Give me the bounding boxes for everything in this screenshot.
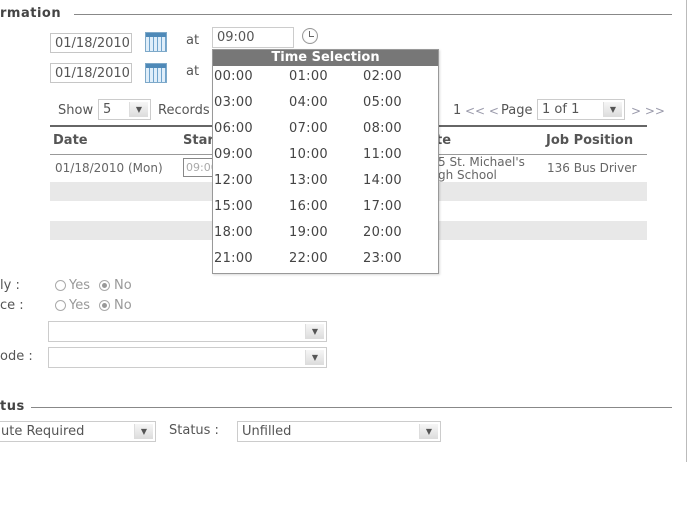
- time-option[interactable]: 19:00: [289, 225, 359, 240]
- code-label: ode :: [0, 349, 33, 364]
- option-2-no-label: No: [114, 298, 132, 313]
- clock-icon[interactable]: [302, 28, 318, 44]
- page-right-border: [686, 0, 687, 462]
- option-1-yes-radio[interactable]: [55, 280, 66, 291]
- status-select[interactable]: Unfilled ▼: [237, 421, 441, 442]
- time-option[interactable]: 10:00: [289, 147, 359, 162]
- time-option[interactable]: 15:00: [214, 199, 284, 214]
- row-location-line2: gh School: [438, 168, 497, 182]
- time-option[interactable]: 03:00: [214, 95, 284, 110]
- pager-next-links[interactable]: > >>: [631, 104, 665, 118]
- end-date-field[interactable]: 01/18/2010: [50, 63, 132, 83]
- time-option[interactable]: 06:00: [214, 121, 284, 136]
- time-option[interactable]: 01:00: [289, 69, 359, 84]
- time-option[interactable]: 00:00: [214, 69, 284, 84]
- header-job-position[interactable]: Job Position: [546, 133, 633, 148]
- end-date-calendar-icon[interactable]: [145, 63, 167, 83]
- chevron-down-icon: ▼: [305, 350, 324, 365]
- time-option[interactable]: 22:00: [289, 251, 359, 266]
- information-legend: rmation: [0, 6, 68, 21]
- time-option[interactable]: 13:00: [289, 173, 359, 188]
- chevron-down-icon: ▼: [129, 102, 148, 117]
- records-label: Records: [158, 103, 210, 118]
- option-1-label: ly :: [0, 278, 20, 293]
- code-select[interactable]: ▼: [48, 347, 327, 368]
- row-job-position: 136 Bus Driver: [547, 161, 637, 175]
- time-option[interactable]: 21:00: [214, 251, 284, 266]
- information-divider: [0, 14, 672, 15]
- status-label: Status :: [169, 423, 219, 438]
- row-date: 01/18/2010 (Mon): [55, 161, 163, 175]
- start-date-calendar-icon[interactable]: [145, 32, 167, 52]
- time-option[interactable]: 20:00: [363, 225, 433, 240]
- option-1-yes-label: Yes: [69, 278, 90, 293]
- header-start[interactable]: Star: [183, 133, 214, 148]
- header-date[interactable]: Date: [53, 133, 88, 148]
- end-at-label: at: [186, 64, 200, 79]
- chevron-down-icon: ▼: [603, 102, 622, 117]
- row-start-time-value: 09:00: [186, 161, 212, 174]
- pager-page-label: Page: [501, 103, 533, 118]
- time-option[interactable]: 17:00: [363, 199, 433, 214]
- time-option[interactable]: 23:00: [363, 251, 433, 266]
- time-option[interactable]: 12:00: [214, 173, 284, 188]
- substitute-select-value: ute Required: [1, 424, 85, 439]
- option-2-label: ce :: [0, 298, 24, 313]
- chevron-down-icon: ▼: [134, 424, 153, 439]
- time-option[interactable]: 07:00: [289, 121, 359, 136]
- option-2-no-radio[interactable]: [99, 300, 110, 311]
- chevron-down-icon: ▼: [305, 324, 324, 339]
- records-count-select[interactable]: 5 ▼: [98, 99, 151, 120]
- show-label: Show: [58, 103, 94, 118]
- start-date-field[interactable]: 01/18/2010: [50, 33, 132, 53]
- status-select-value: Unfilled: [242, 424, 292, 439]
- time-popup-title: Time Selection: [213, 50, 438, 66]
- time-option[interactable]: 16:00: [289, 199, 359, 214]
- pager-prev-links[interactable]: << <: [465, 104, 499, 118]
- page-select-value: 1 of 1: [542, 102, 580, 117]
- time-option[interactable]: 04:00: [289, 95, 359, 110]
- row-start-time-field[interactable]: 09:00: [183, 158, 213, 177]
- start-at-label: at: [186, 33, 200, 48]
- option-2-yes-radio[interactable]: [55, 300, 66, 311]
- substitute-select[interactable]: ute Required ▼: [0, 421, 156, 442]
- time-option[interactable]: 05:00: [363, 95, 433, 110]
- time-option[interactable]: 14:00: [363, 173, 433, 188]
- time-selection-popup: Time Selection 00:00 01:00 02:00 03:00 04:00…: [212, 49, 439, 274]
- page-select[interactable]: 1 of 1 ▼: [537, 99, 625, 120]
- option-1-no-radio[interactable]: [99, 280, 110, 291]
- time-option[interactable]: 18:00: [214, 225, 284, 240]
- pager-first-number[interactable]: 1: [453, 103, 461, 118]
- start-time-field[interactable]: 09:00: [212, 27, 294, 48]
- time-option[interactable]: 08:00: [363, 121, 433, 136]
- chevron-down-icon: ▼: [419, 424, 438, 439]
- status-divider: [0, 407, 672, 408]
- dropdown-1[interactable]: ▼: [48, 321, 327, 342]
- option-2-yes-label: Yes: [69, 298, 90, 313]
- time-option[interactable]: 11:00: [363, 147, 433, 162]
- status-legend: tus: [0, 399, 31, 414]
- time-option[interactable]: 09:00: [214, 147, 284, 162]
- records-count-value: 5: [103, 102, 112, 117]
- option-1-no-label: No: [114, 278, 132, 293]
- time-option[interactable]: 02:00: [363, 69, 433, 84]
